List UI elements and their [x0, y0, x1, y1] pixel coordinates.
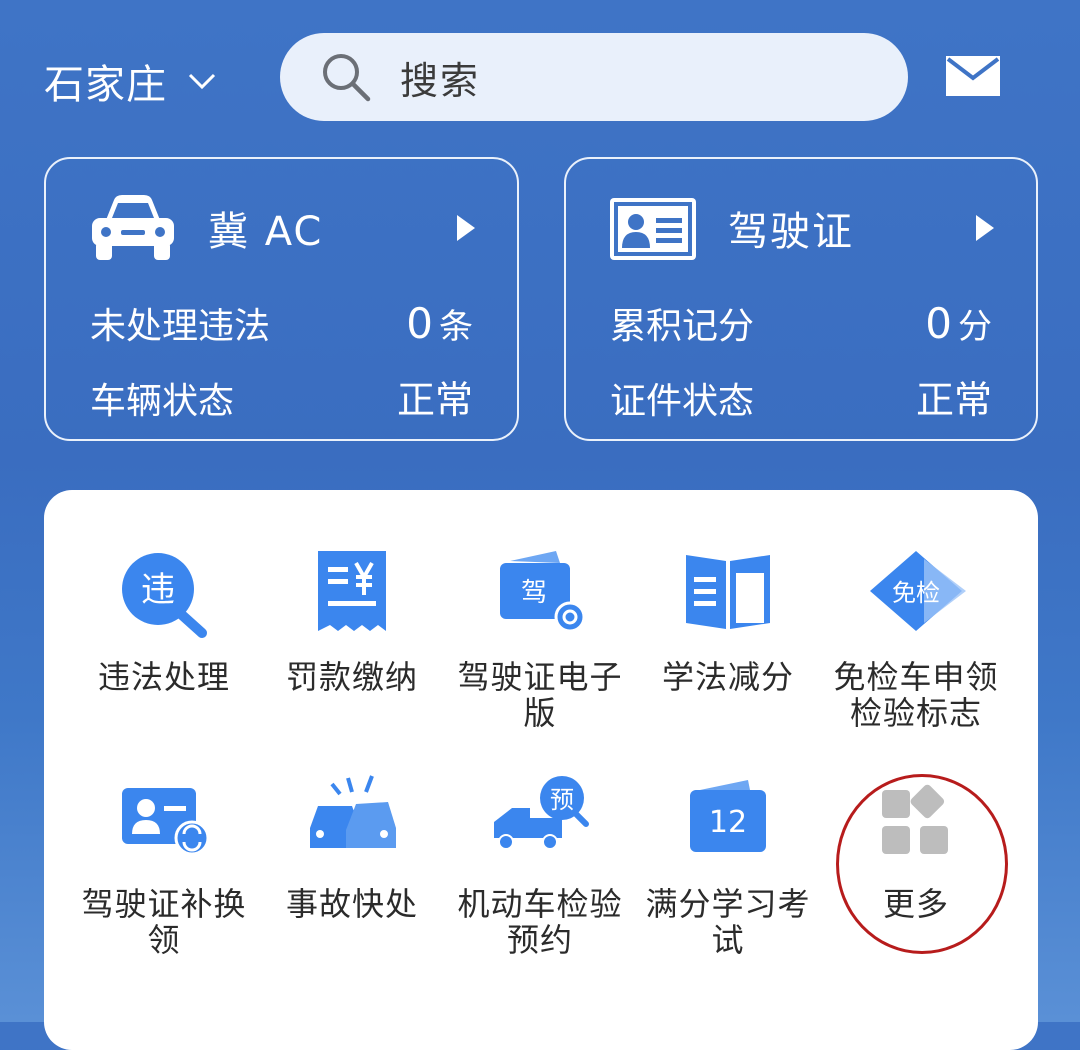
city-label: 石家庄 — [44, 62, 167, 108]
city-selector[interactable]: 石家庄 — [44, 52, 217, 110]
caret-right-icon — [976, 215, 994, 241]
highlight-circle — [836, 774, 1008, 954]
violation-search-icon: 违 — [122, 553, 207, 638]
vehicle-status-label: 车辆状态 — [90, 381, 235, 422]
violation-icon-char: 违 — [141, 570, 175, 610]
points-value: 0分 — [925, 299, 992, 348]
open-book-icon — [686, 555, 770, 629]
service-label: 罚款缴纳 — [285, 658, 418, 696]
receipt-yuan-icon — [318, 551, 386, 631]
service-full-score-study[interactable]: 12 满分学习考试 — [634, 772, 822, 958]
points-label: 累积记分 — [610, 306, 755, 347]
e-license-icon-char: 驾 — [521, 578, 547, 608]
license-status-label: 证件状态 — [610, 381, 755, 422]
service-exempt-inspection[interactable]: 免检 免检车申领检验标志 — [822, 545, 1010, 731]
points-row: 累积记分 0分 — [610, 297, 992, 349]
service-e-license[interactable]: 驾 驾驶证电子版 — [446, 545, 634, 731]
license-title: 驾驶证 — [728, 209, 854, 255]
license-status-value: 正常 — [915, 378, 992, 422]
search-placeholder: 搜索 — [400, 58, 481, 103]
caret-right-icon — [457, 215, 475, 241]
service-label: 违法处理 — [97, 658, 230, 696]
service-label: 机动车检验预约 — [457, 885, 623, 959]
service-label: 学法减分 — [661, 658, 794, 696]
id-card-icon — [610, 198, 696, 260]
violation-label: 未处理违法 — [90, 306, 271, 347]
service-label: 驾驶证电子版 — [457, 658, 623, 732]
car-accident-icon — [310, 775, 396, 848]
service-label: 免检车申领检验标志 — [833, 658, 999, 732]
plate-number: 冀 AC — [208, 209, 324, 255]
mail-icon[interactable] — [946, 56, 1000, 96]
exempt-icon-text: 免检 — [892, 579, 940, 607]
appointment-icon-char: 预 — [550, 786, 574, 814]
vehicle-status-row: 车辆状态 正常 — [90, 369, 473, 424]
license-card[interactable]: 驾驶证 累积记分 0分 证件状态 正常 — [564, 157, 1038, 441]
service-inspection-appointment[interactable]: 预 机动车检验预约 — [446, 772, 634, 958]
calendar-icon-number: 12 — [709, 805, 747, 840]
search-icon — [323, 54, 371, 102]
service-license-renew[interactable]: 驾驶证补换领 — [70, 772, 258, 958]
service-label: 驾驶证补换领 — [81, 885, 247, 959]
service-accident[interactable]: 事故快处 — [258, 772, 446, 922]
service-fine-payment[interactable]: 罚款缴纳 — [258, 545, 446, 695]
service-label: 事故快处 — [285, 885, 418, 923]
license-status-row: 证件状态 正常 — [610, 369, 992, 424]
chevron-down-icon — [188, 73, 216, 90]
search-bar[interactable]: 搜索 — [280, 33, 908, 121]
violation-value: 0条 — [406, 299, 473, 348]
truck-appointment-icon: 预 — [494, 776, 589, 850]
car-icon — [92, 195, 174, 260]
vehicle-status-value: 正常 — [396, 378, 473, 422]
e-license-icon: 驾 — [500, 551, 586, 633]
service-study-deduction[interactable]: 学法减分 — [634, 545, 822, 695]
violation-row: 未处理违法 0条 — [90, 297, 473, 349]
vehicle-card[interactable]: 冀 AC 未处理违法 0条 车辆状态 正常 — [44, 157, 519, 441]
exempt-badge-icon: 免检 — [870, 551, 966, 631]
service-label: 满分学习考试 — [645, 885, 811, 959]
license-renew-icon — [122, 788, 210, 856]
calendar-12-icon: 12 — [690, 780, 766, 852]
service-violation[interactable]: 违 违法处理 — [70, 545, 258, 695]
